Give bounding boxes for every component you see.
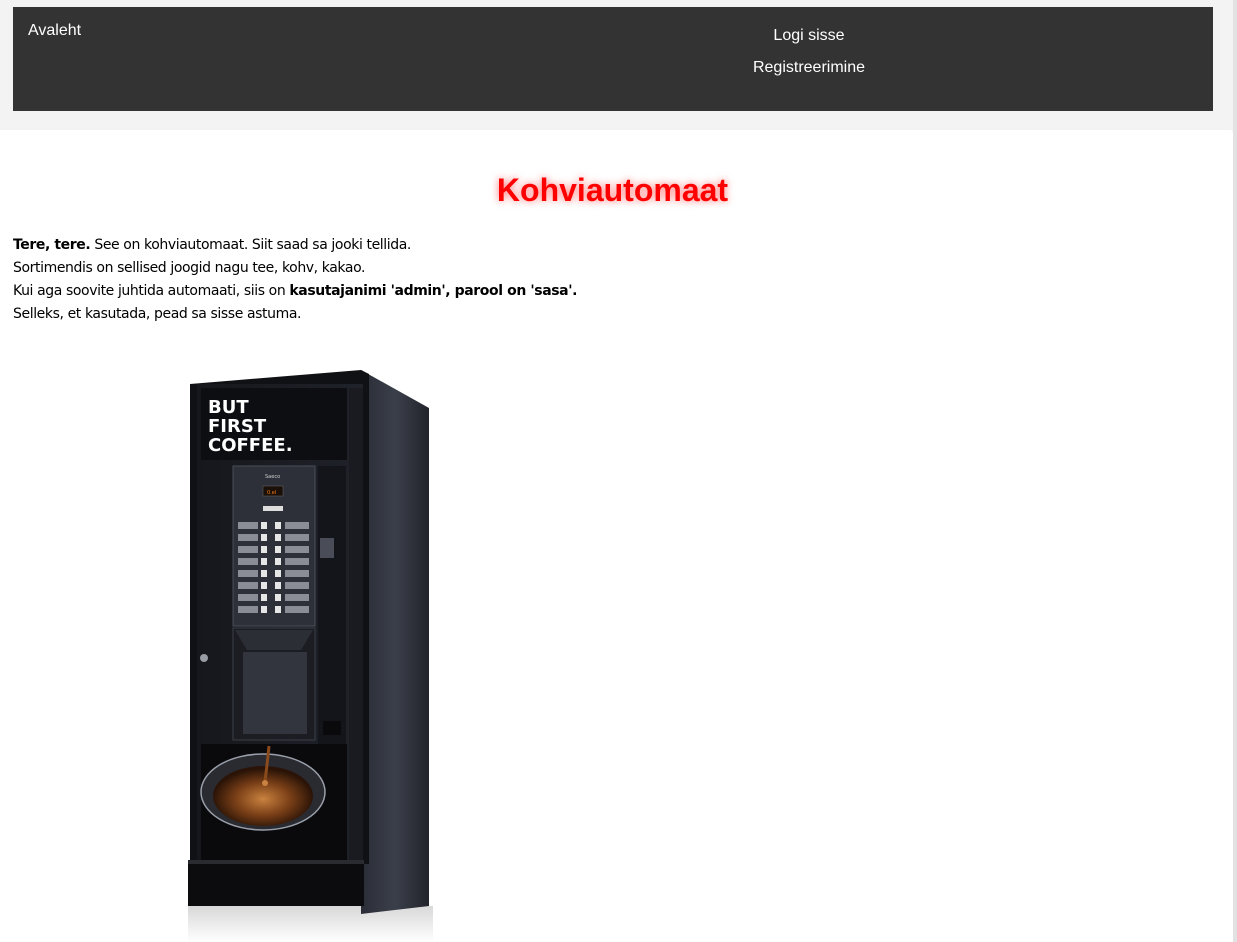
intro-text: Tere, tere. See on kohviautomaat. Siit s… <box>13 234 577 326</box>
top-navbar: Avaleht Logi sisse Registreerimine <box>13 7 1213 111</box>
scrollbar-track[interactable] <box>1233 0 1237 942</box>
brand-line-3: COFFEE. <box>208 435 293 456</box>
machine-right-column <box>349 388 363 860</box>
nav-login-link[interactable]: Logi sisse <box>733 27 885 45</box>
machine-side-panel <box>361 370 429 914</box>
intro-line-1: Tere, tere. See on kohviautomaat. Siit s… <box>13 234 577 257</box>
main-content: Kohviautomaat Tere, tere. See on kohviau… <box>0 130 1233 942</box>
intro-line-4: Selleks, et kasutada, pead sa sisse astu… <box>13 306 302 322</box>
brand-line-1: BUT <box>208 397 249 418</box>
change-tray <box>323 721 341 735</box>
display-readout: 0.el <box>267 490 276 496</box>
credentials-bold: kasutajanimi 'admin', parool on 'sasa' <box>289 283 573 299</box>
maker-label: Saeco <box>265 474 280 480</box>
dispense-window <box>243 652 307 734</box>
display-buttons <box>263 506 283 511</box>
intro-line-3: Kui aga soovite juhtida automaati, siis … <box>13 280 577 303</box>
greeting-bold: Tere, tere. <box>13 237 91 253</box>
door-lock <box>200 654 208 662</box>
coffee-machine-image: BUT FIRST COFFEE. Saeco 0.el <box>188 370 433 942</box>
page-title: Kohviautomaat <box>496 172 729 208</box>
intro-line-2: Sortimendis on sellised joogid nagu tee,… <box>13 260 366 276</box>
intro-line-3-start: Kui aga soovite juhtida automaati, siis … <box>13 283 290 299</box>
coffee-drop <box>262 780 268 786</box>
floor-reflection <box>188 906 433 942</box>
nav-account-links: Logi sisse Registreerimine <box>733 27 885 91</box>
nav-register-link[interactable]: Registreerimine <box>733 59 885 77</box>
intro-line-3-end: . <box>572 283 578 299</box>
machine-base-edge <box>188 860 364 864</box>
coffee-surface <box>213 766 313 826</box>
nav-home-link[interactable]: Avaleht <box>28 22 81 40</box>
dispense-hood <box>235 630 313 650</box>
coin-slot <box>320 538 334 558</box>
brand-line-2: FIRST <box>208 416 267 437</box>
machine-base <box>188 860 364 906</box>
intro-line-1-rest: See on kohviautomaat. Siit saad sa jooki… <box>90 237 411 253</box>
